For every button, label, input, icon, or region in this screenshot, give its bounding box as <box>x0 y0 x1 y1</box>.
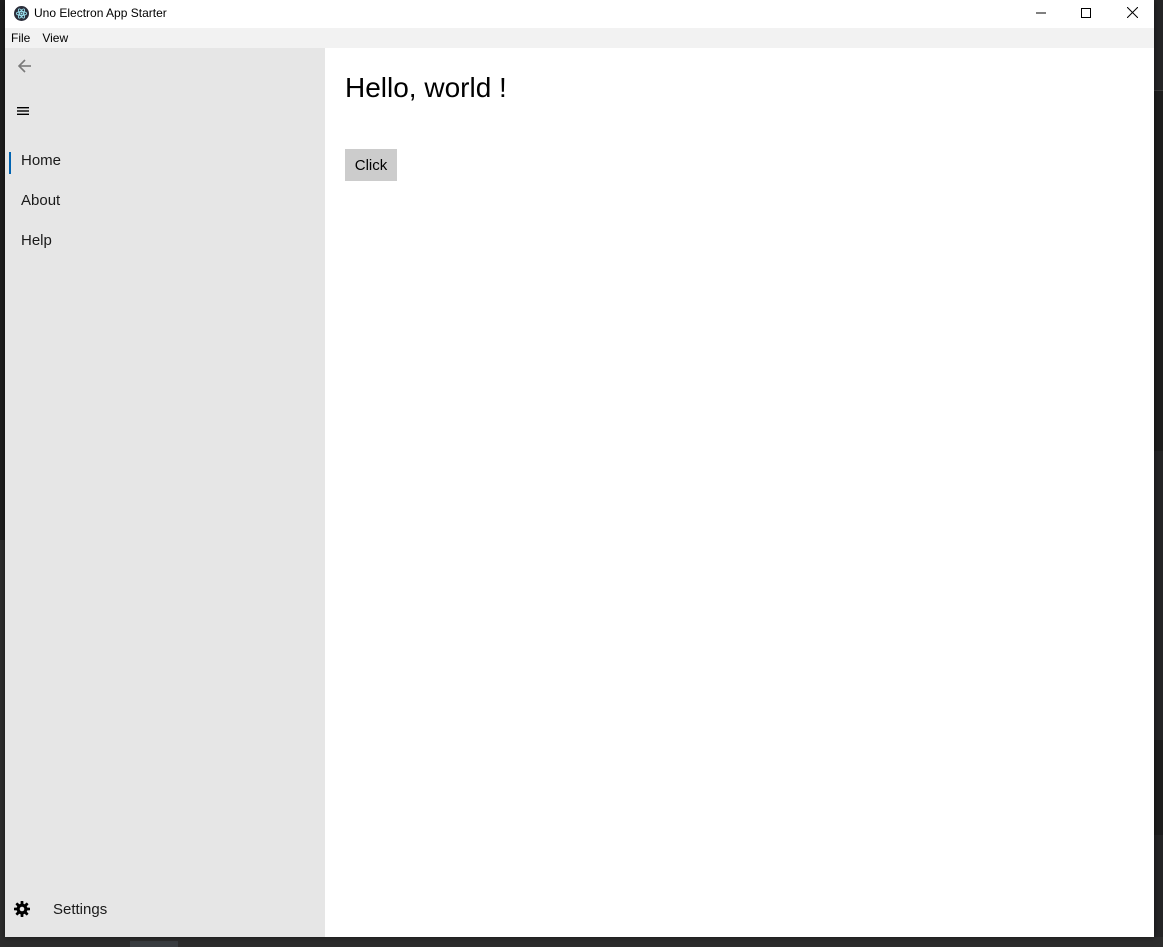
nav-item-help[interactable]: Help <box>5 222 325 262</box>
screen: Uno Electron App Starter File View Home … <box>0 0 1163 947</box>
click-button[interactable]: Click <box>345 149 397 181</box>
menu-bar: File View <box>5 28 1154 48</box>
back-button[interactable] <box>13 56 37 80</box>
maximize-icon <box>1081 5 1091 23</box>
title-bar[interactable]: Uno Electron App Starter <box>5 0 1154 28</box>
close-icon <box>1126 5 1138 23</box>
hamburger-icon <box>17 103 29 121</box>
minimize-button[interactable] <box>1018 0 1064 28</box>
navigation-pane: Home About Help Settings <box>5 48 325 937</box>
content-frame: Hello, world ! Click <box>325 48 1154 937</box>
nav-item-settings[interactable]: Settings <box>5 890 325 930</box>
nav-toggle-button[interactable] <box>11 100 35 124</box>
maximize-button[interactable] <box>1063 0 1109 28</box>
electron-atom-icon <box>14 6 29 21</box>
arrow-left-icon <box>17 58 32 78</box>
page-title: Hello, world ! <box>345 72 507 103</box>
nav-item-label: Home <box>21 152 62 169</box>
app-window: Uno Electron App Starter File View Home … <box>5 0 1154 937</box>
gear-icon <box>13 900 31 918</box>
menu-file[interactable]: File <box>5 28 36 48</box>
nav-item-home[interactable]: Home <box>5 142 325 182</box>
nav-item-label: About <box>21 192 61 209</box>
nav-item-about[interactable]: About <box>5 182 325 222</box>
background-taskbar-tab <box>130 941 178 947</box>
settings-label: Settings <box>53 901 108 918</box>
close-button[interactable] <box>1109 0 1155 28</box>
background-right-lower <box>1154 740 1163 835</box>
menu-view[interactable]: View <box>36 28 74 48</box>
nav-item-label: Help <box>21 232 52 249</box>
minimize-icon <box>1036 5 1046 23</box>
window-title: Uno Electron App Starter <box>34 6 167 20</box>
selection-indicator <box>9 152 11 174</box>
background-right-strip <box>1154 90 1163 451</box>
